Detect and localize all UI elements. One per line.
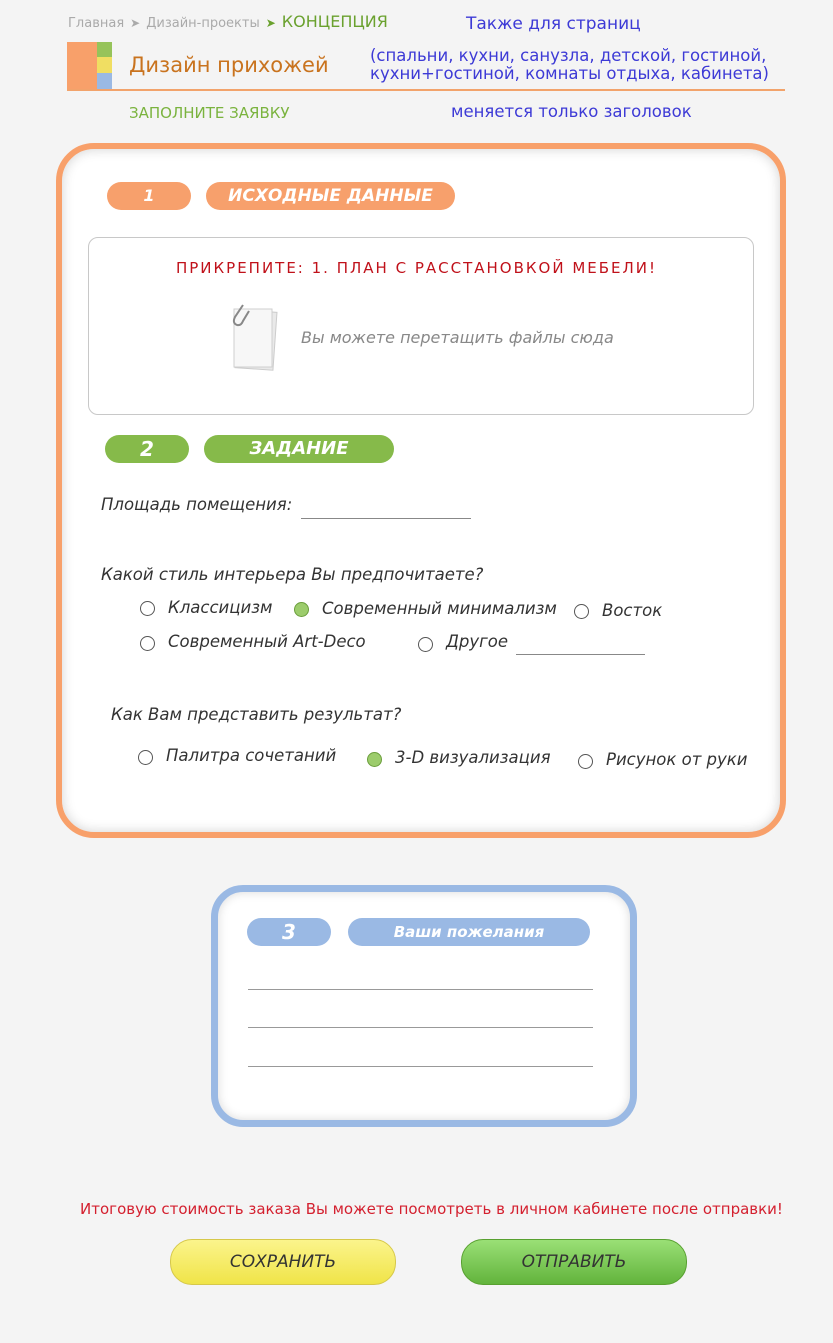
breadcrumb-projects-link[interactable]: Дизайн-проекты — [146, 16, 260, 31]
logo-swatch-yellow — [97, 57, 112, 73]
section-3-title: Ваши пожелания — [348, 918, 590, 946]
style-option-classicism: Классицизм — [168, 598, 273, 617]
rooms-list: (спальни, кухни, санузла, детской, гости… — [370, 47, 790, 83]
drop-files-hint: Вы можете перетащить файлы сюда — [301, 328, 614, 347]
result-radio-palette[interactable] — [138, 750, 153, 765]
result-option-3d: 3-D визуализация — [395, 748, 551, 767]
result-question: Как Вам представить результат? — [111, 705, 402, 724]
page-title: Дизайн прихожей — [129, 53, 329, 77]
style-question: Какой стиль интерьера Вы предпочитаете? — [101, 565, 484, 584]
attach-label: ПРИКРЕПИТЕ: 1. ПЛАН С РАССТАНОВКОЙ МЕБЕЛ… — [175, 259, 658, 277]
style-radio-art-deco[interactable] — [140, 636, 155, 651]
style-option-art-deco: Современный Art-Deco — [168, 632, 366, 651]
result-option-hand-drawing: Рисунок от руки — [606, 750, 748, 769]
wishes-input-line-2[interactable] — [248, 1027, 593, 1028]
style-radio-other[interactable] — [418, 637, 433, 652]
chevron-right-icon: ➤ — [265, 16, 276, 30]
section-2-number: 2 — [105, 435, 189, 463]
section-1-number: 1 — [107, 182, 191, 210]
style-radio-east[interactable] — [574, 604, 589, 619]
area-input[interactable] — [301, 518, 471, 519]
cost-note: Итоговую стоимость заказа Вы можете посм… — [80, 1200, 783, 1218]
breadcrumb-home-link[interactable]: Главная — [68, 16, 124, 31]
save-button[interactable]: СОХРАНИТЬ — [170, 1239, 396, 1285]
style-radio-classicism[interactable] — [140, 601, 155, 616]
also-for-pages-note: Также для страниц — [466, 14, 641, 34]
send-button[interactable]: ОТПРАВИТЬ — [461, 1239, 687, 1285]
paper-clip-icon — [229, 303, 279, 373]
logo-swatch-blue — [97, 73, 112, 89]
wishes-input-line-1[interactable] — [248, 989, 593, 990]
logo-swatch-orange — [67, 42, 97, 89]
section-3-number: 3 — [247, 918, 331, 946]
result-option-palette: Палитра сочетаний — [166, 746, 337, 765]
fill-request-link[interactable]: ЗАПОЛНИТЕ ЗАЯВКУ — [129, 104, 290, 122]
rooms-line-1: (спальни, кухни, санузла, детской, гости… — [370, 46, 767, 65]
rooms-line-2: кухни+гостиной, комнаты отдыха, кабинета… — [370, 64, 769, 83]
result-radio-hand-drawing[interactable] — [578, 754, 593, 769]
section-1-title: ИСХОДНЫЕ ДАННЫЕ — [206, 182, 455, 210]
style-option-other: Другое — [446, 632, 509, 651]
style-radio-minimalism[interactable] — [294, 602, 309, 617]
result-radio-3d[interactable] — [367, 752, 382, 767]
breadcrumb: Главная ➤ Дизайн-проекты ➤ КОНЦЕПЦИЯ — [68, 12, 388, 31]
style-other-input[interactable] — [516, 654, 645, 655]
style-option-minimalism: Современный минимализм — [322, 599, 557, 618]
logo-swatch-green — [97, 42, 112, 57]
chevron-right-icon: ➤ — [130, 16, 141, 30]
breadcrumb-current: КОНЦЕПЦИЯ — [281, 12, 388, 31]
wishes-input-line-3[interactable] — [248, 1066, 593, 1067]
title-note: меняется только заголовок — [451, 102, 692, 121]
style-option-east: Восток — [602, 601, 663, 620]
area-label: Площадь помещения: — [101, 495, 293, 514]
section-2-title: ЗАДАНИЕ — [204, 435, 394, 463]
